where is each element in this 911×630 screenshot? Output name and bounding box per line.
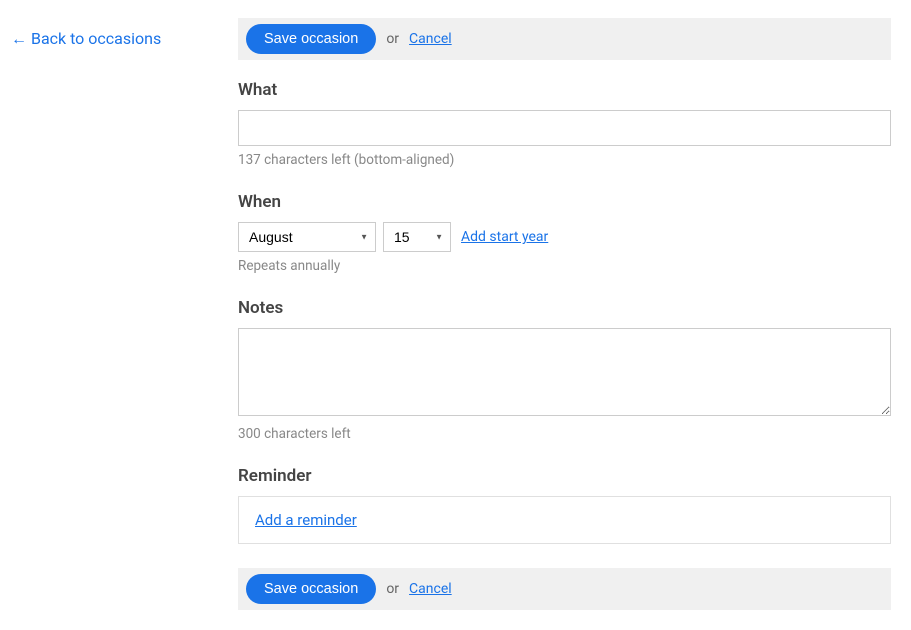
page: ← Back to occasions Save occasion or Can…	[0, 0, 911, 630]
save-button[interactable]: Save occasion	[246, 574, 376, 604]
arrow-left-icon: ←	[11, 29, 27, 48]
main-form: Save occasion or Cancel What 137 charact…	[238, 18, 911, 630]
add-start-year-link[interactable]: Add start year	[461, 229, 548, 245]
when-section: When August ▼ 15 ▼ Add start year Repeat…	[238, 192, 891, 274]
day-select[interactable]: 15	[384, 223, 450, 251]
when-row: August ▼ 15 ▼ Add start year	[238, 222, 891, 252]
what-input[interactable]	[238, 110, 891, 146]
reminder-box: Add a reminder	[238, 496, 891, 544]
reminder-section: Reminder Add a reminder	[238, 466, 891, 544]
add-reminder-link[interactable]: Add a reminder	[255, 511, 357, 529]
save-button[interactable]: Save occasion	[246, 24, 376, 54]
back-label: Back to occasions	[31, 29, 161, 48]
reminder-heading: Reminder	[238, 466, 891, 486]
what-heading: What	[238, 80, 891, 100]
or-text: or	[386, 31, 399, 47]
cancel-link[interactable]: Cancel	[409, 581, 452, 597]
sidebar: ← Back to occasions	[0, 18, 238, 630]
day-select-wrap: 15 ▼	[383, 222, 451, 252]
notes-section: Notes 300 characters left	[238, 298, 891, 442]
month-select[interactable]: August	[239, 223, 375, 251]
back-to-occasions-link[interactable]: ← Back to occasions	[11, 29, 161, 48]
notes-input[interactable]	[238, 328, 891, 416]
month-select-wrap: August ▼	[238, 222, 376, 252]
notes-helper: 300 characters left	[238, 426, 891, 442]
what-section: What 137 characters left (bottom-aligned…	[238, 80, 891, 168]
action-bar-bottom: Save occasion or Cancel	[238, 568, 891, 610]
action-bar-top: Save occasion or Cancel	[238, 18, 891, 60]
what-helper: 137 characters left (bottom-aligned)	[238, 152, 891, 168]
when-helper: Repeats annually	[238, 258, 891, 274]
when-heading: When	[238, 192, 891, 212]
cancel-link[interactable]: Cancel	[409, 31, 452, 47]
notes-heading: Notes	[238, 298, 891, 318]
or-text: or	[386, 581, 399, 597]
